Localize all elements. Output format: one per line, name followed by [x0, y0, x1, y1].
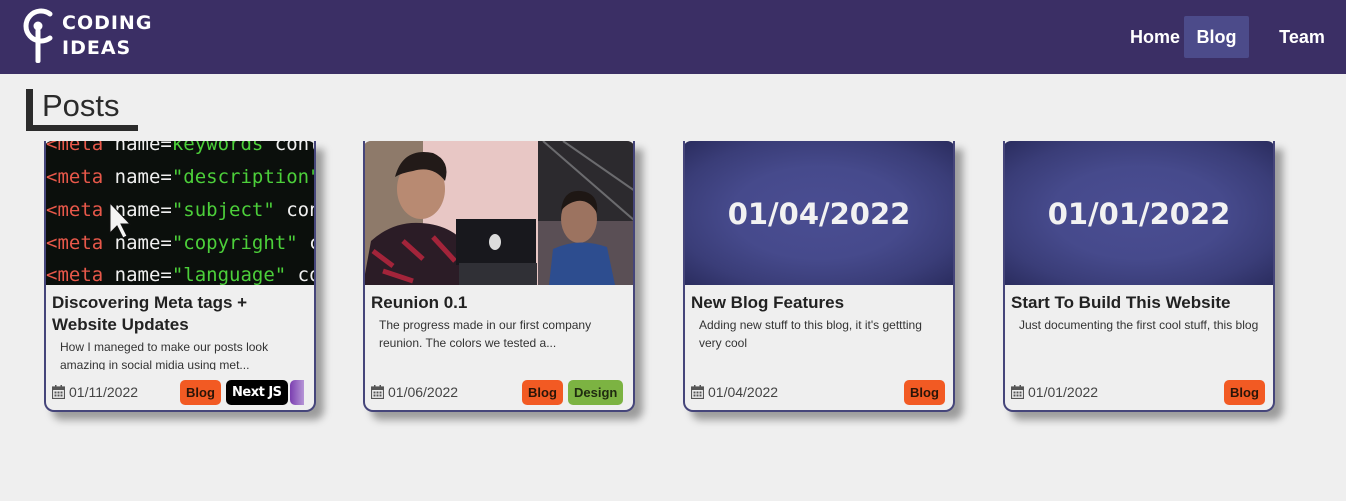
post-date-text: 01/04/2022 [708, 384, 779, 400]
code-line: <meta name="language" conte [46, 264, 316, 285]
post-card[interactable]: 01/04/2022 New Blog Features Adding new … [683, 141, 955, 412]
tag-blog[interactable]: Blog [1224, 380, 1265, 405]
thumbnail-date-text: 01/04/2022 [727, 197, 911, 231]
post-title[interactable]: Reunion 0.1 [371, 292, 629, 314]
post-date: 01/06/2022 [371, 384, 458, 400]
post-title[interactable]: Discovering Meta tags + Website Updates [52, 292, 310, 336]
calendar-icon [52, 385, 65, 399]
post-card[interactable]: 01/01/2022 Start To Build This Website J… [1003, 141, 1275, 412]
section-title: Posts [42, 88, 120, 123]
nav-link-home[interactable]: Home [1120, 16, 1190, 58]
tag-nextjs[interactable]: Next JS [226, 380, 288, 405]
code-line: <meta name="copyright" conten [46, 232, 316, 254]
post-description: Adding new stuff to this blog, it it's g… [699, 318, 922, 350]
calendar-icon [691, 385, 704, 399]
post-thumbnail-team-photo [365, 141, 633, 285]
thumbnail-date-text: 01/01/2022 [1047, 197, 1231, 231]
post-footer: 01/04/2022 Blog [691, 380, 953, 406]
post-date: 01/01/2022 [1011, 384, 1098, 400]
code-screen-image: <meta name=keywords conte <meta name="des… [46, 141, 316, 285]
post-description: How I maneged to make our posts look ama… [60, 340, 269, 370]
code-line: <meta name=keywords conte [46, 141, 316, 155]
post-date-text: 01/06/2022 [388, 384, 459, 400]
post-thumbnail-date: 01/04/2022 [685, 141, 953, 285]
post-date-text: 01/11/2022 [69, 384, 139, 400]
calendar-icon [1011, 385, 1024, 399]
post-thumbnail-code-image: <meta name=keywords conte <meta name="des… [46, 141, 316, 285]
post-thumbnail-date: 01/01/2022 [1005, 141, 1273, 285]
nav-link-team[interactable]: Team [1258, 16, 1346, 58]
tag-overflow-indicator [290, 380, 304, 405]
post-description: The progress made in our first company r… [379, 318, 592, 350]
section-heading: Posts [26, 88, 138, 131]
top-navbar: CODING IDEAS Home Blog Team [0, 0, 1346, 74]
brand-logo-link[interactable]: CODING IDEAS [20, 6, 152, 66]
post-date: 01/04/2022 [691, 384, 778, 400]
post-footer: 01/11/2022 Blog Next JS [52, 380, 314, 406]
nav-link-blog[interactable]: Blog [1184, 16, 1249, 58]
tag-blog[interactable]: Blog [904, 380, 945, 405]
code-line: <meta name="description" co [46, 166, 316, 188]
post-title[interactable]: New Blog Features [691, 292, 949, 314]
post-title[interactable]: Start To Build This Website [1011, 292, 1269, 314]
calendar-icon [371, 385, 384, 399]
post-description: Just documenting the first cool stuff, t… [1019, 318, 1259, 332]
post-footer: 01/06/2022 Blog Design [371, 380, 633, 406]
brand-name: CODING IDEAS [62, 11, 152, 61]
coding-ideas-logo-icon [23, 8, 53, 63]
code-line: <meta name="subject" content [46, 199, 316, 221]
tag-design[interactable]: Design [568, 380, 624, 405]
brand-line-2: IDEAS [62, 37, 132, 59]
tag-blog[interactable]: Blog [522, 380, 563, 405]
team-photo-image [365, 141, 633, 285]
tag-blog[interactable]: Blog [180, 380, 221, 405]
post-date-text: 01/01/2022 [1028, 384, 1099, 400]
post-date: 01/11/2022 [52, 384, 138, 400]
post-card[interactable]: <meta name=keywords conte <meta name="des… [44, 141, 316, 412]
post-card[interactable]: Reunion 0.1 The progress made in our fir… [363, 141, 635, 412]
brand-line-1: CODING [62, 12, 153, 34]
post-footer: 01/01/2022 Blog [1011, 380, 1273, 406]
